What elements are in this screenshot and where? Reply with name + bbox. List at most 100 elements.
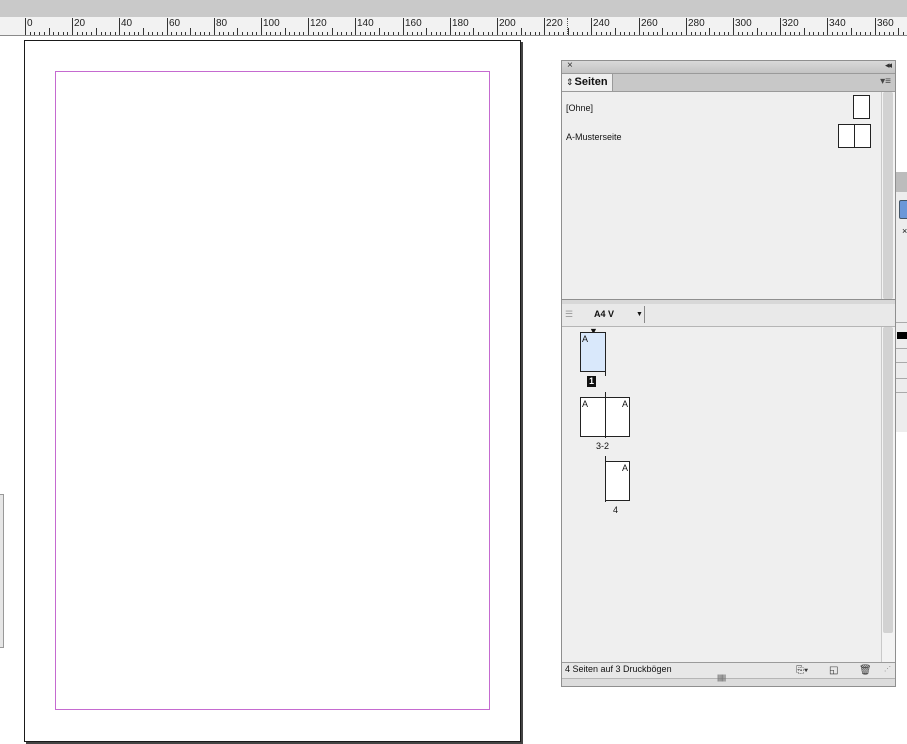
scrollbar-thumb[interactable] [883, 327, 893, 633]
page-master-letter: A [582, 334, 589, 344]
page-master-letter: A [621, 399, 628, 409]
stepper-icon[interactable] [899, 200, 907, 219]
ruler-minor-tick [242, 32, 243, 35]
ruler-minor-tick [799, 32, 800, 35]
ruler-minor-tick [256, 32, 257, 35]
grip-dots: |||||||||| [717, 675, 726, 682]
ruler-minor-tick [747, 32, 748, 35]
ruler-label: 240 [593, 18, 610, 29]
color-swatch[interactable] [897, 332, 907, 339]
ruler-tick [308, 18, 309, 35]
ruler-minor-tick [77, 32, 78, 35]
ruler-minor-tick [228, 32, 229, 35]
panel-tabbar: ⇕Seiten ▾≡ [562, 74, 895, 92]
ruler-label: 180 [452, 18, 469, 29]
ruler-minor-tick [464, 32, 465, 35]
ruler-minor-tick [289, 32, 290, 35]
ruler-minor-tick [809, 32, 810, 35]
panel-titlebar[interactable]: × ◂◂ [562, 60, 895, 74]
divider [895, 348, 907, 349]
ruler-minor-tick [318, 32, 319, 35]
ruler-tick [804, 28, 805, 35]
ruler-minor-tick [176, 32, 177, 35]
ruler-minor-tick [761, 32, 762, 35]
ruler-label: 280 [688, 18, 705, 29]
pages-scrollbar[interactable] [881, 327, 895, 662]
masters-scrollbar[interactable] [881, 92, 895, 299]
ruler-tick [568, 28, 569, 35]
ruler-minor-tick [657, 32, 658, 35]
page-number-4: 4 [613, 505, 619, 515]
close-icon[interactable]: × [567, 60, 573, 71]
panel-bottom-grip[interactable]: |||||||||| [562, 675, 895, 686]
page-size-icon[interactable]: ⎘▾ [796, 665, 808, 676]
page-size-select[interactable]: A4 V ▼ [574, 306, 645, 323]
ruler-minor-tick [407, 32, 408, 35]
ruler-minor-tick [134, 32, 135, 35]
document-page[interactable] [24, 40, 521, 742]
ruler-minor-tick [129, 32, 130, 35]
ruler-label: 220 [546, 18, 563, 29]
ruler-minor-tick [535, 32, 536, 35]
ruler-minor-tick [204, 32, 205, 35]
pages-summary: 4 Seiten auf 3 Druckbögen [565, 664, 672, 674]
ruler-minor-tick [860, 32, 861, 35]
new-page-icon[interactable]: ◱ [829, 665, 838, 676]
ruler-minor-tick [110, 32, 111, 35]
ruler-minor-tick [893, 32, 894, 35]
tab-seiten[interactable]: ⇕Seiten [562, 74, 613, 91]
ruler-minor-tick [558, 32, 559, 35]
divider [895, 322, 907, 323]
ruler-minor-tick [738, 32, 739, 35]
ruler-minor-tick [223, 32, 224, 35]
ruler-minor-tick [341, 32, 342, 35]
master-thumbnail-none[interactable] [853, 95, 870, 119]
scrollbar-thumb[interactable] [883, 92, 893, 299]
ruler-minor-tick [681, 32, 682, 35]
ruler-minor-tick [209, 32, 210, 35]
page-thumbnail-1[interactable]: A [580, 332, 606, 372]
grip-icon[interactable]: ☰ [565, 309, 573, 320]
ruler-minor-tick [832, 32, 833, 35]
ruler-tick [25, 18, 26, 35]
ruler-label: 20 [74, 18, 86, 29]
ruler-minor-tick [582, 32, 583, 35]
divider [895, 392, 907, 393]
resize-grip-icon[interactable]: ⋰ [884, 665, 891, 673]
page-thumbnail-4[interactable]: A [605, 461, 630, 501]
ruler-minor-tick [370, 32, 371, 35]
ruler-tick [733, 18, 734, 35]
horizontal-ruler[interactable]: 0 20 40 60 80 100 120 140 160 180 200 220 240 260 280 3… [0, 17, 907, 36]
ruler-minor-tick [351, 32, 352, 35]
ruler-minor-tick [417, 32, 418, 35]
document-pages-list: ▼ A 1 A A 3-2 A 4 [562, 326, 881, 662]
trash-icon[interactable]: 🗑 [859, 665, 872, 676]
ruler-label: 360 [877, 18, 894, 29]
panel-menu-icon[interactable]: ▾≡ [880, 76, 891, 87]
ruler-minor-tick [200, 32, 201, 35]
ruler-minor-tick [67, 32, 68, 35]
divider [895, 362, 907, 363]
ruler-minor-tick [280, 32, 281, 35]
ruler-minor-tick [742, 32, 743, 35]
master-item-none[interactable]: [Ohne] [566, 103, 593, 113]
ruler-tick [780, 18, 781, 35]
ruler-minor-tick [115, 32, 116, 35]
ruler-tick [473, 28, 474, 35]
spread-spine [605, 332, 606, 376]
page-number-3-2: 3-2 [596, 441, 610, 451]
ruler-minor-tick [775, 32, 776, 35]
ruler-tick [450, 18, 451, 35]
spread-spine [854, 124, 855, 148]
ruler-minor-tick [790, 32, 791, 35]
double-chevron-left-icon[interactable]: ◂◂ [885, 60, 892, 71]
ruler-label: 260 [641, 18, 658, 29]
ruler-minor-tick [275, 32, 276, 35]
ruler-minor-tick [606, 32, 607, 35]
ruler-minor-tick [879, 32, 880, 35]
master-item-a[interactable]: A-Musterseite [566, 132, 622, 142]
right-panel-close[interactable]: × [902, 226, 907, 236]
ruler-minor-tick [601, 32, 602, 35]
ruler-tick [355, 18, 356, 35]
ruler-minor-tick [511, 32, 512, 35]
